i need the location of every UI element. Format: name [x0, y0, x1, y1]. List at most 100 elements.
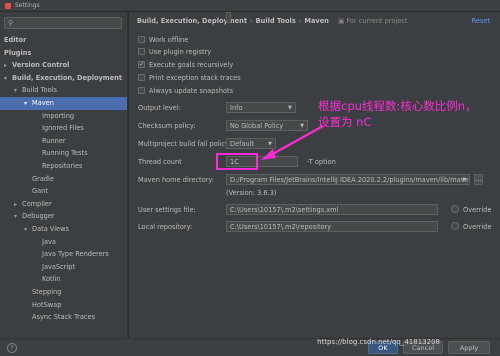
- sidebar-item-running-tests[interactable]: Running Tests: [0, 147, 127, 160]
- user-settings-label: User settings file:: [138, 206, 196, 214]
- help-icon[interactable]: ?: [7, 343, 17, 353]
- browse-maven-home-button[interactable]: …: [474, 174, 483, 185]
- sidebar-item-label: Version Control: [12, 61, 70, 70]
- sidebar-item-async-stack-traces[interactable]: Async Stack Traces: [0, 311, 127, 324]
- output-level-label: Output level:: [138, 104, 181, 112]
- sidebar-item-data-views[interactable]: ▾ Data Views: [0, 223, 127, 236]
- apply-button[interactable]: Apply: [448, 341, 490, 354]
- print-exception-stack-traces-checkbox[interactable]: Print exception stack traces: [138, 73, 241, 83]
- reset-link[interactable]: Reset: [472, 17, 490, 25]
- scope-text: For current project: [346, 17, 408, 25]
- sidebar-item-ignored-files[interactable]: Ignored Files: [0, 122, 127, 135]
- local-repository-override-label: Override: [463, 223, 492, 231]
- work-offline-checkbox[interactable]: Work offline: [138, 35, 188, 45]
- sidebar-item-plugins[interactable]: Plugins: [0, 47, 127, 60]
- settings-sidebar: ⚲ Editor Plugins ▸ Version Control ▾ Build, E…: [0, 12, 128, 338]
- sidebar-item-java-type-renderers[interactable]: Java Type Renderers: [0, 248, 127, 261]
- sidebar-item-javascript[interactable]: JavaScript: [0, 261, 127, 274]
- user-settings-override-toggle[interactable]: [451, 205, 459, 213]
- sidebar-item-gradle[interactable]: Gradle: [0, 173, 127, 186]
- sidebar-item-label: Repositories: [42, 162, 83, 170]
- sidebar-item-version-control[interactable]: ▸ Version Control: [0, 59, 127, 72]
- fail-policy-label: Multiproject build fail policy:: [138, 140, 231, 148]
- select-value: D:/Program Files/JetBrains/IntelliJ IDEA…: [230, 176, 470, 184]
- sidebar-item-editor[interactable]: Editor: [0, 34, 127, 47]
- sidebar-item-stepping[interactable]: Stepping: [0, 286, 127, 299]
- sidebar-item-build-execution-deployment[interactable]: ▾ Build, Execution, Deployment: [0, 72, 127, 85]
- annotation-line: 根据cpu线程数:核心数比例n，: [318, 99, 477, 113]
- search-icon: ⚲: [8, 19, 14, 27]
- checkbox-label: Always update snapshots: [149, 87, 234, 95]
- sidebar-item-runner[interactable]: Runner: [0, 135, 127, 148]
- sidebar-item-label: Ignored Files: [42, 124, 84, 133]
- checkbox-label: Print exception stack traces: [149, 74, 241, 82]
- sidebar-item-label: Maven: [32, 99, 54, 107]
- checkbox-box[interactable]: [138, 36, 145, 43]
- checkbox-label: Execute goals recursively: [149, 61, 234, 69]
- sidebar-item-label: Async Stack Traces: [32, 313, 96, 322]
- title-bar: Settings: [0, 0, 500, 12]
- output-level-select[interactable]: Info ▼: [226, 102, 296, 113]
- breadcrumb-item: Build Tools: [255, 17, 296, 25]
- annotation-line: 设置为 nC: [318, 115, 372, 129]
- scope-label: ▣ For current project: [338, 17, 408, 25]
- sidebar-item-hotswap[interactable]: HotSwap: [0, 299, 127, 312]
- local-repository-label: Local repository:: [138, 223, 193, 231]
- annotation-text: 根据cpu线程数:核心数比例n， 设置为 nC: [318, 98, 477, 130]
- sidebar-item-label: Editor: [4, 36, 27, 44]
- sidebar-item-label: Gradle: [32, 174, 54, 183]
- sidebar-item-label: Data Views: [32, 225, 69, 233]
- checkbox-box[interactable]: [138, 74, 145, 81]
- checkbox-box[interactable]: [138, 87, 145, 94]
- sidebar-item-label: Stepping: [32, 288, 62, 296]
- execute-goals-recursively-checkbox[interactable]: Execute goals recursively: [138, 59, 234, 70]
- watermark: https://blog.csdn.net/qq_41813208: [317, 338, 440, 346]
- thread-count-label: Thread count: [138, 158, 182, 166]
- select-value: Default: [230, 140, 255, 148]
- local-repository-override-toggle[interactable]: [451, 222, 459, 230]
- sidebar-item-label: Kotlin: [42, 275, 61, 284]
- sidebar-item-label: JavaScript: [42, 262, 76, 271]
- checkbox-label: Use plugin registry: [149, 48, 212, 56]
- sidebar-item-debugger[interactable]: ▾ Debugger: [0, 210, 127, 223]
- checkbox-label: Work offline: [149, 36, 189, 44]
- sidebar-item-java[interactable]: Java: [0, 236, 127, 249]
- sidebar-item-gant[interactable]: Gant: [0, 185, 127, 198]
- maven-version: (Version: 3.6.3): [226, 189, 277, 197]
- sidebar-item-kotlin[interactable]: Kotlin: [0, 273, 127, 286]
- checkbox-box[interactable]: [138, 48, 145, 55]
- sidebar-item-label: Compiler: [22, 199, 52, 208]
- sidebar-item-build-tools[interactable]: ▾ Build Tools: [0, 84, 127, 97]
- breadcrumb-item: Maven: [304, 17, 329, 25]
- sidebar-item-label: Gant: [32, 187, 48, 196]
- maven-home-select-wrapper: [226, 12, 231, 23]
- local-repository-input[interactable]: C:\Users\10157\.m2\repository: [226, 221, 438, 232]
- maven-home-label: Maven home directory:: [138, 176, 214, 184]
- sidebar-item-label: Importing: [42, 111, 75, 120]
- sidebar-item-compiler[interactable]: ▸ Compiler: [0, 198, 127, 211]
- settings-search-input[interactable]: ⚲: [4, 17, 122, 29]
- thread-count-highlight: [216, 153, 258, 170]
- chevron-down-icon: ▼: [462, 177, 466, 183]
- maven-home-select[interactable]: D:/Program Files/JetBrains/IntelliJ IDEA…: [226, 174, 470, 185]
- maven-settings-panel: Build, Execution, Deployment › Build Tools…: [129, 12, 500, 338]
- breadcrumb-separator-icon: ›: [249, 17, 253, 25]
- sidebar-item-repositories[interactable]: Repositories: [0, 160, 127, 173]
- app-icon: [5, 3, 11, 9]
- sidebar-item-label: HotSwap: [32, 300, 62, 309]
- sidebar-item-importing[interactable]: Importing: [0, 110, 127, 123]
- sidebar-item-label: Build Tools: [22, 86, 57, 95]
- checkbox-box[interactable]: [138, 59, 145, 69]
- sidebar-item-maven[interactable]: ▾ Maven: [0, 97, 127, 110]
- sidebar-item-label: Runner: [42, 136, 66, 145]
- sidebar-item-label: Debugger: [22, 212, 55, 221]
- sidebar-item-label: Build, Execution, Deployment: [12, 73, 122, 82]
- always-update-snapshots-checkbox[interactable]: Always update snapshots: [138, 86, 233, 96]
- sidebar-item-label: Plugins: [4, 48, 32, 57]
- user-settings-override-label: Override: [463, 206, 492, 214]
- sidebar-item-label: Java: [42, 237, 56, 246]
- use-plugin-registry-checkbox[interactable]: Use plugin registry: [138, 47, 211, 57]
- user-settings-input[interactable]: C:\Users\10157\.m2\settings.xml: [226, 204, 438, 215]
- sidebar-item-label: Running Tests: [42, 149, 88, 158]
- select-value: Info: [230, 104, 243, 112]
